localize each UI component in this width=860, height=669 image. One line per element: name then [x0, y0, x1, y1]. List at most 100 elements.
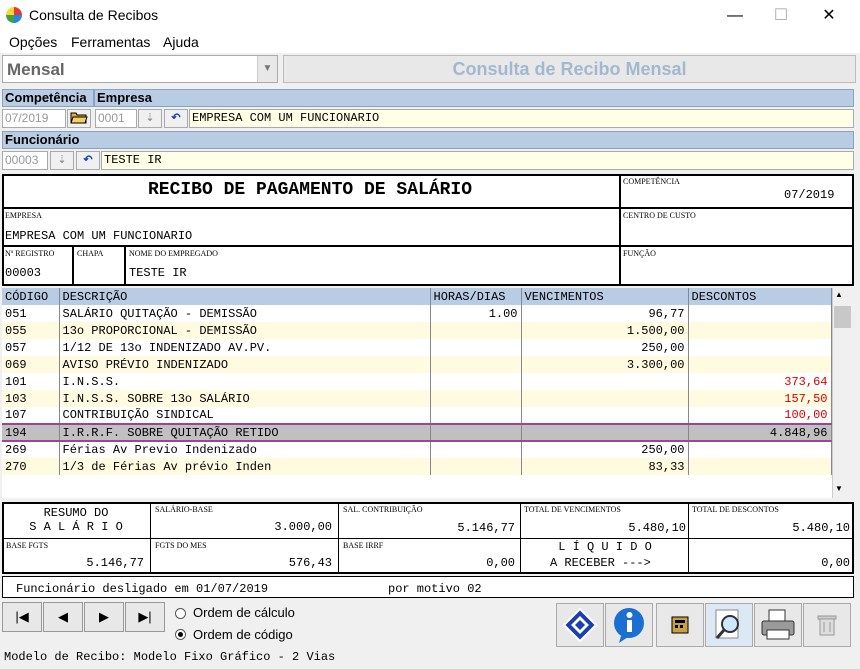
total-desc-value: 5.480,10	[792, 521, 850, 535]
next-record-button[interactable]: ▶	[84, 602, 124, 632]
cell-descricao: I.N.S.S.	[59, 373, 431, 390]
funcionario-name-field: TESTE IR	[101, 151, 854, 170]
liquido-line2: A RECEBER --->	[550, 556, 651, 570]
divider	[72, 245, 74, 286]
cell-descricao: 1/12 DE 13o INDENIZADO AV.PV.	[59, 339, 431, 356]
table-row[interactable]: 057 1/12 DE 13o INDENIZADO AV.PV. 250,00	[2, 339, 832, 356]
divider	[124, 245, 126, 286]
table-row[interactable]: 107 CONTRIBUIÇÃO SINDICAL 100,00	[2, 407, 832, 424]
funcionario-download-icon[interactable]: ⇣	[50, 151, 74, 170]
maximize-button[interactable]: ☐	[758, 0, 804, 31]
empresa-name-field: EMPRESA COM UM FUNCIONARIO	[189, 109, 854, 128]
ordem-calculo-label[interactable]: Ordem de cálculo	[193, 605, 295, 620]
status-motivo: por motivo 02	[388, 582, 482, 596]
cell-descontos	[688, 356, 832, 373]
cell-horas: 1.00	[430, 305, 522, 322]
radio-ordem-calculo[interactable]	[175, 608, 186, 619]
ordem-codigo-label[interactable]: Ordem de código	[193, 627, 293, 642]
first-record-button[interactable]: |◀	[2, 602, 42, 632]
cell-horas	[430, 373, 522, 390]
table-row[interactable]: 269 Férias Av Previo Indenizado 250,00	[2, 441, 832, 458]
table-scrollbar[interactable]: ▲ ▼	[832, 288, 852, 498]
col-descontos[interactable]: DESCONTOS	[688, 288, 832, 305]
table-row[interactable]: 194 I.R.R.F. SOBRE QUITAÇÃO RETIDO 4.848,9…	[2, 423, 832, 442]
divider	[2, 207, 854, 209]
empresa-code-input[interactable]: 0001	[95, 109, 137, 128]
window-title: Consulta de Recibos	[29, 7, 159, 23]
minimize-button[interactable]: —	[712, 0, 758, 31]
cell-codigo: 057	[2, 339, 60, 356]
scroll-up-icon[interactable]: ▲	[835, 290, 843, 299]
receipt-registro-value: 00003	[5, 266, 42, 280]
funcionario-code-input[interactable]: 00003	[2, 151, 48, 170]
col-codigo[interactable]: CÓDIGO	[2, 288, 60, 305]
divider	[688, 502, 689, 574]
preview-button[interactable]	[705, 603, 753, 647]
calculator-button[interactable]	[656, 603, 704, 647]
funcionario-undo-icon[interactable]: ↶	[76, 151, 100, 170]
cell-vencimentos	[521, 390, 689, 407]
scroll-down-icon[interactable]: ▼	[835, 484, 843, 493]
table-row[interactable]: 051 SALÁRIO QUITAÇÃO - DEMISSÃO 1.00 96,77	[2, 305, 832, 322]
divider	[619, 174, 621, 286]
prev-record-button[interactable]: ◀	[43, 602, 83, 632]
menu-opcoes[interactable]: Opções	[9, 34, 57, 50]
cell-codigo: 194	[2, 423, 60, 442]
menu-ferramentas[interactable]: Ferramentas	[71, 34, 150, 50]
liquido-value: 0,00	[821, 556, 850, 570]
table-row[interactable]: 055 13o PROPORCIONAL - DEMISSÃO 1.500,00	[2, 322, 832, 339]
radio-ordem-codigo[interactable]	[175, 629, 186, 640]
cell-horas	[430, 441, 522, 458]
app-icon	[6, 7, 22, 23]
chevron-down-icon[interactable]: ▼	[257, 56, 277, 82]
folder-open-icon[interactable]	[67, 109, 91, 128]
mode-select[interactable]: Mensal ▼	[2, 55, 278, 83]
empresa-label: Empresa	[94, 89, 854, 107]
divider	[2, 245, 854, 247]
cell-vencimentos: 83,33	[521, 458, 689, 475]
last-record-button[interactable]: ▶|	[125, 602, 165, 632]
receipt-chapa-label: CHAPA	[77, 249, 104, 258]
close-button[interactable]: ✕	[806, 0, 852, 31]
cell-descontos: 157,50	[688, 390, 832, 407]
cell-descricao: 1/3 de Férias Av prévio Inden	[59, 458, 431, 475]
fgts-mes-value: 576,43	[288, 556, 332, 570]
cell-codigo: 270	[2, 458, 60, 475]
cell-vencimentos: 3.300,00	[521, 356, 689, 373]
menu-bar: Opções Ferramentas Ajuda	[0, 31, 860, 53]
col-descricao[interactable]: DESCRIÇÃO	[59, 288, 431, 305]
table-row[interactable]: 103 I.N.S.S. SOBRE 13o SALÁRIO 157,50	[2, 390, 832, 407]
cell-descricao: I.N.S.S. SOBRE 13o SALÁRIO	[59, 390, 431, 407]
salario-base-value: 3.000,00	[274, 520, 332, 534]
col-horas[interactable]: HORAS/DIAS	[430, 288, 522, 305]
table-row[interactable]: 270 1/3 de Férias Av prévio Inden 83,33	[2, 458, 832, 475]
resumo-line1: RESUMO DO	[43, 506, 109, 520]
empresa-undo-icon[interactable]: ↶	[164, 109, 188, 128]
receipt-funcao-label: FUNÇÃO	[623, 249, 656, 258]
cell-descontos	[688, 339, 832, 356]
cell-horas	[430, 390, 522, 407]
competencia-label: Competência	[2, 89, 94, 107]
competencia-input[interactable]: 07/2019	[2, 109, 66, 128]
receipt-nome-label: NOME DO EMPREGADO	[129, 249, 218, 258]
diamond-arrows-icon	[562, 607, 598, 643]
menu-ajuda[interactable]: Ajuda	[163, 34, 199, 50]
receipt-competencia-label: COMPETÊNCIA	[623, 177, 680, 186]
scroll-thumb[interactable]	[834, 306, 851, 328]
total-venc-label: TOTAL DE VENCIMENTOS	[524, 505, 621, 514]
cell-descricao: Férias Av Previo Indenizado	[59, 441, 431, 458]
cell-descontos: 4.848,96	[688, 423, 832, 442]
delete-button[interactable]	[803, 603, 851, 647]
cell-horas	[430, 356, 522, 373]
calculate-button[interactable]	[556, 603, 604, 647]
empresa-download-icon[interactable]: ⇣	[138, 109, 162, 128]
info-button[interactable]	[605, 603, 653, 647]
col-vencimentos[interactable]: VENCIMENTOS	[521, 288, 689, 305]
cell-descricao: 13o PROPORCIONAL - DEMISSÃO	[59, 322, 431, 339]
print-button[interactable]	[754, 603, 802, 647]
table-row[interactable]: 069 AVISO PRÉVIO INDENIZADO 3.300,00	[2, 356, 832, 373]
fgts-mes-label: FGTS DO MES	[155, 541, 207, 550]
table-row[interactable]: 101 I.N.S.S. 373,64	[2, 373, 832, 390]
sal-contrib-value: 5.146,77	[457, 521, 515, 535]
cell-horas	[430, 458, 522, 475]
